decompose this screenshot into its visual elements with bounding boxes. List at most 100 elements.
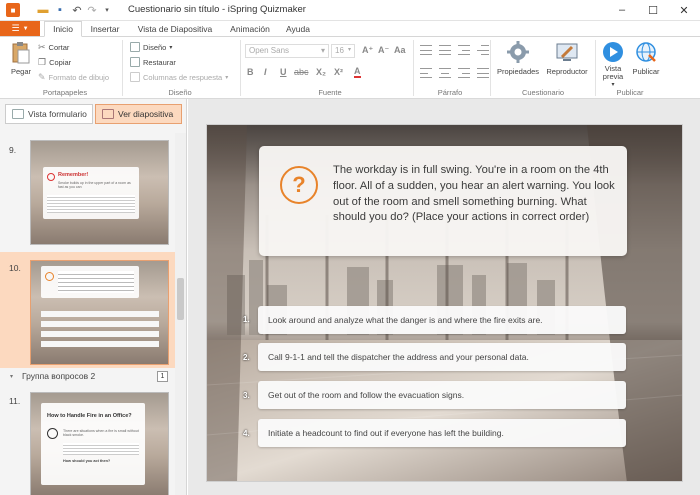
tab-ayuda[interactable]: Ayuda bbox=[280, 21, 316, 37]
font-name-value: Open Sans bbox=[249, 46, 290, 55]
tab-animacion[interactable]: Animación bbox=[224, 21, 276, 37]
player-button[interactable]: Reproductor bbox=[543, 41, 591, 76]
align-right-icon[interactable] bbox=[458, 68, 470, 78]
answer-item-4[interactable]: Initiate a headcount to find out if ever… bbox=[258, 419, 626, 447]
window-title: Cuestionario sin título - iSpring Quizma… bbox=[128, 4, 306, 15]
question-group-label: Группа вопросов 2 bbox=[22, 371, 96, 381]
ribbon-separator bbox=[413, 40, 414, 96]
font-color-button[interactable]: A bbox=[354, 66, 361, 78]
copy-icon: ❐ bbox=[38, 57, 47, 67]
brush-icon: ✎ bbox=[38, 72, 46, 82]
format-painter-button[interactable]: ✎ Formato de dibujo bbox=[38, 72, 109, 83]
chevron-down-icon: ▾ bbox=[320, 46, 325, 55]
paste-icon bbox=[12, 42, 30, 64]
subscript-button[interactable]: X₂ bbox=[316, 67, 326, 77]
align-left-icon[interactable] bbox=[420, 68, 432, 78]
question-group-count: 1 bbox=[157, 371, 168, 382]
answer-item-1[interactable]: Look around and analyze what the danger … bbox=[258, 306, 626, 334]
strikethrough-button[interactable]: abc bbox=[294, 67, 309, 77]
design-icon bbox=[130, 42, 140, 52]
thumb-title: How to Handle Fire in an Office? bbox=[47, 413, 132, 419]
scrollbar-thumb[interactable] bbox=[177, 278, 184, 320]
thumb-answer bbox=[41, 331, 159, 337]
design-label: Diseño bbox=[143, 42, 167, 52]
thumb-title: Remember! bbox=[58, 172, 89, 178]
tab-insertar[interactable]: Insertar bbox=[84, 21, 126, 37]
group-label-diseno: Diseño bbox=[168, 88, 192, 97]
publish-button[interactable]: Publicar bbox=[629, 41, 663, 76]
customize-icon[interactable]: ▾ bbox=[100, 3, 114, 17]
restore-label: Restaurar bbox=[143, 57, 176, 67]
numbered-list-icon[interactable] bbox=[439, 45, 451, 55]
font-size-select[interactable]: 16 ▾ bbox=[331, 44, 355, 58]
globe-icon bbox=[636, 42, 656, 62]
ribbon-separator bbox=[490, 40, 491, 96]
slide-view-label: Ver diapositiva bbox=[118, 109, 174, 119]
properties-button[interactable]: Propiedades bbox=[494, 41, 542, 76]
slide-thumbnail-9[interactable]: Remember! Smoke builds up in the upper p… bbox=[30, 140, 169, 245]
font-name-select[interactable]: Open Sans ▾ bbox=[245, 44, 329, 58]
chevron-down-icon: ▾ bbox=[169, 44, 173, 51]
paste-label: Pegar bbox=[10, 67, 31, 76]
bullet-list-icon[interactable] bbox=[420, 45, 432, 55]
answer-item-2[interactable]: Call 9-1-1 and tell the dispatcher the a… bbox=[258, 343, 626, 371]
restore-button[interactable]: Restaurar bbox=[130, 57, 176, 67]
slide-thumbnail-10[interactable] bbox=[30, 260, 169, 365]
ribbon-separator bbox=[122, 40, 123, 96]
thumb-answer bbox=[41, 311, 159, 317]
italic-button[interactable]: I bbox=[264, 67, 267, 77]
cut-button[interactable]: ✂ Cortar bbox=[38, 42, 69, 53]
align-justify-icon[interactable] bbox=[477, 68, 489, 78]
slide-list[interactable]: 9. Remember! Smoke builds up in the uppe… bbox=[0, 133, 175, 495]
slide-thumbnail-11[interactable]: How to Handle Fire in an Office? There a… bbox=[30, 392, 169, 495]
align-center-icon[interactable] bbox=[439, 68, 451, 78]
slide-view-button[interactable]: Ver diapositiva bbox=[95, 104, 182, 124]
slide[interactable]: ? The workday is in full swing. You're i… bbox=[206, 124, 683, 482]
play-icon bbox=[603, 42, 623, 62]
restore-icon bbox=[130, 57, 140, 67]
shrink-font-button[interactable]: A⁻ bbox=[378, 45, 389, 56]
change-case-button[interactable]: Aa bbox=[394, 45, 406, 55]
slide-number: 10. bbox=[9, 263, 21, 273]
minimize-button[interactable]: – bbox=[611, 2, 633, 18]
player-icon bbox=[556, 43, 578, 61]
grow-font-button[interactable]: A⁺ bbox=[362, 45, 373, 56]
chevron-down-icon: ▾ bbox=[347, 47, 351, 53]
answer-number: 2. bbox=[243, 353, 250, 362]
thumb-text-lines bbox=[58, 271, 134, 293]
thumb-question-card bbox=[41, 266, 139, 298]
design-button[interactable]: Diseño ▾ bbox=[130, 42, 172, 52]
preview-caret: ▾ bbox=[611, 82, 615, 88]
tab-vista-de-diapositiva[interactable]: Vista de Diapositiva bbox=[132, 21, 218, 37]
copy-button[interactable]: ❐ Copiar bbox=[38, 57, 71, 68]
answer-item-3[interactable]: Get out of the room and follow the evacu… bbox=[258, 381, 626, 409]
save-icon[interactable]: ▪ bbox=[53, 3, 67, 17]
form-view-icon bbox=[12, 109, 24, 119]
slide-view-icon bbox=[102, 109, 114, 119]
undo-icon[interactable]: ↶ bbox=[70, 3, 84, 17]
underline-button[interactable]: U bbox=[280, 67, 287, 77]
redo-icon[interactable]: ↷ bbox=[85, 3, 99, 17]
group-label-parrafo: Párrafo bbox=[437, 88, 463, 97]
close-button[interactable]: ✕ bbox=[673, 2, 695, 18]
decrease-indent-icon[interactable] bbox=[458, 45, 470, 55]
answer-number: 4. bbox=[243, 429, 250, 438]
tab-inicio[interactable]: Inicio bbox=[44, 21, 82, 37]
paste-button[interactable]: Pegar bbox=[8, 41, 34, 85]
bold-button[interactable]: B bbox=[247, 67, 254, 77]
maximize-button[interactable]: ☐ bbox=[642, 2, 664, 18]
chevron-down-icon: ▾ bbox=[225, 74, 229, 81]
form-view-button[interactable]: Vista formulario bbox=[5, 104, 93, 124]
open-icon[interactable]: ▬ bbox=[36, 3, 50, 17]
thumb-text: There are situations when a fire is smal… bbox=[63, 429, 139, 437]
chevron-down-icon[interactable]: ▾ bbox=[10, 373, 13, 380]
answer-columns-button[interactable]: Columnas de respuesta ▾ bbox=[130, 72, 228, 82]
thumb-answer bbox=[41, 341, 159, 347]
question-text[interactable]: The workday is in full swing. You're in … bbox=[333, 163, 621, 226]
file-menu-button[interactable]: ☰ ▼ bbox=[0, 21, 40, 36]
superscript-button[interactable]: X² bbox=[334, 67, 343, 77]
increase-indent-icon[interactable] bbox=[477, 45, 489, 55]
group-label-cuestionario: Cuestionario bbox=[521, 88, 565, 97]
gear-icon bbox=[507, 41, 529, 63]
preview-button[interactable]: Vista previa ▾ bbox=[598, 41, 628, 88]
